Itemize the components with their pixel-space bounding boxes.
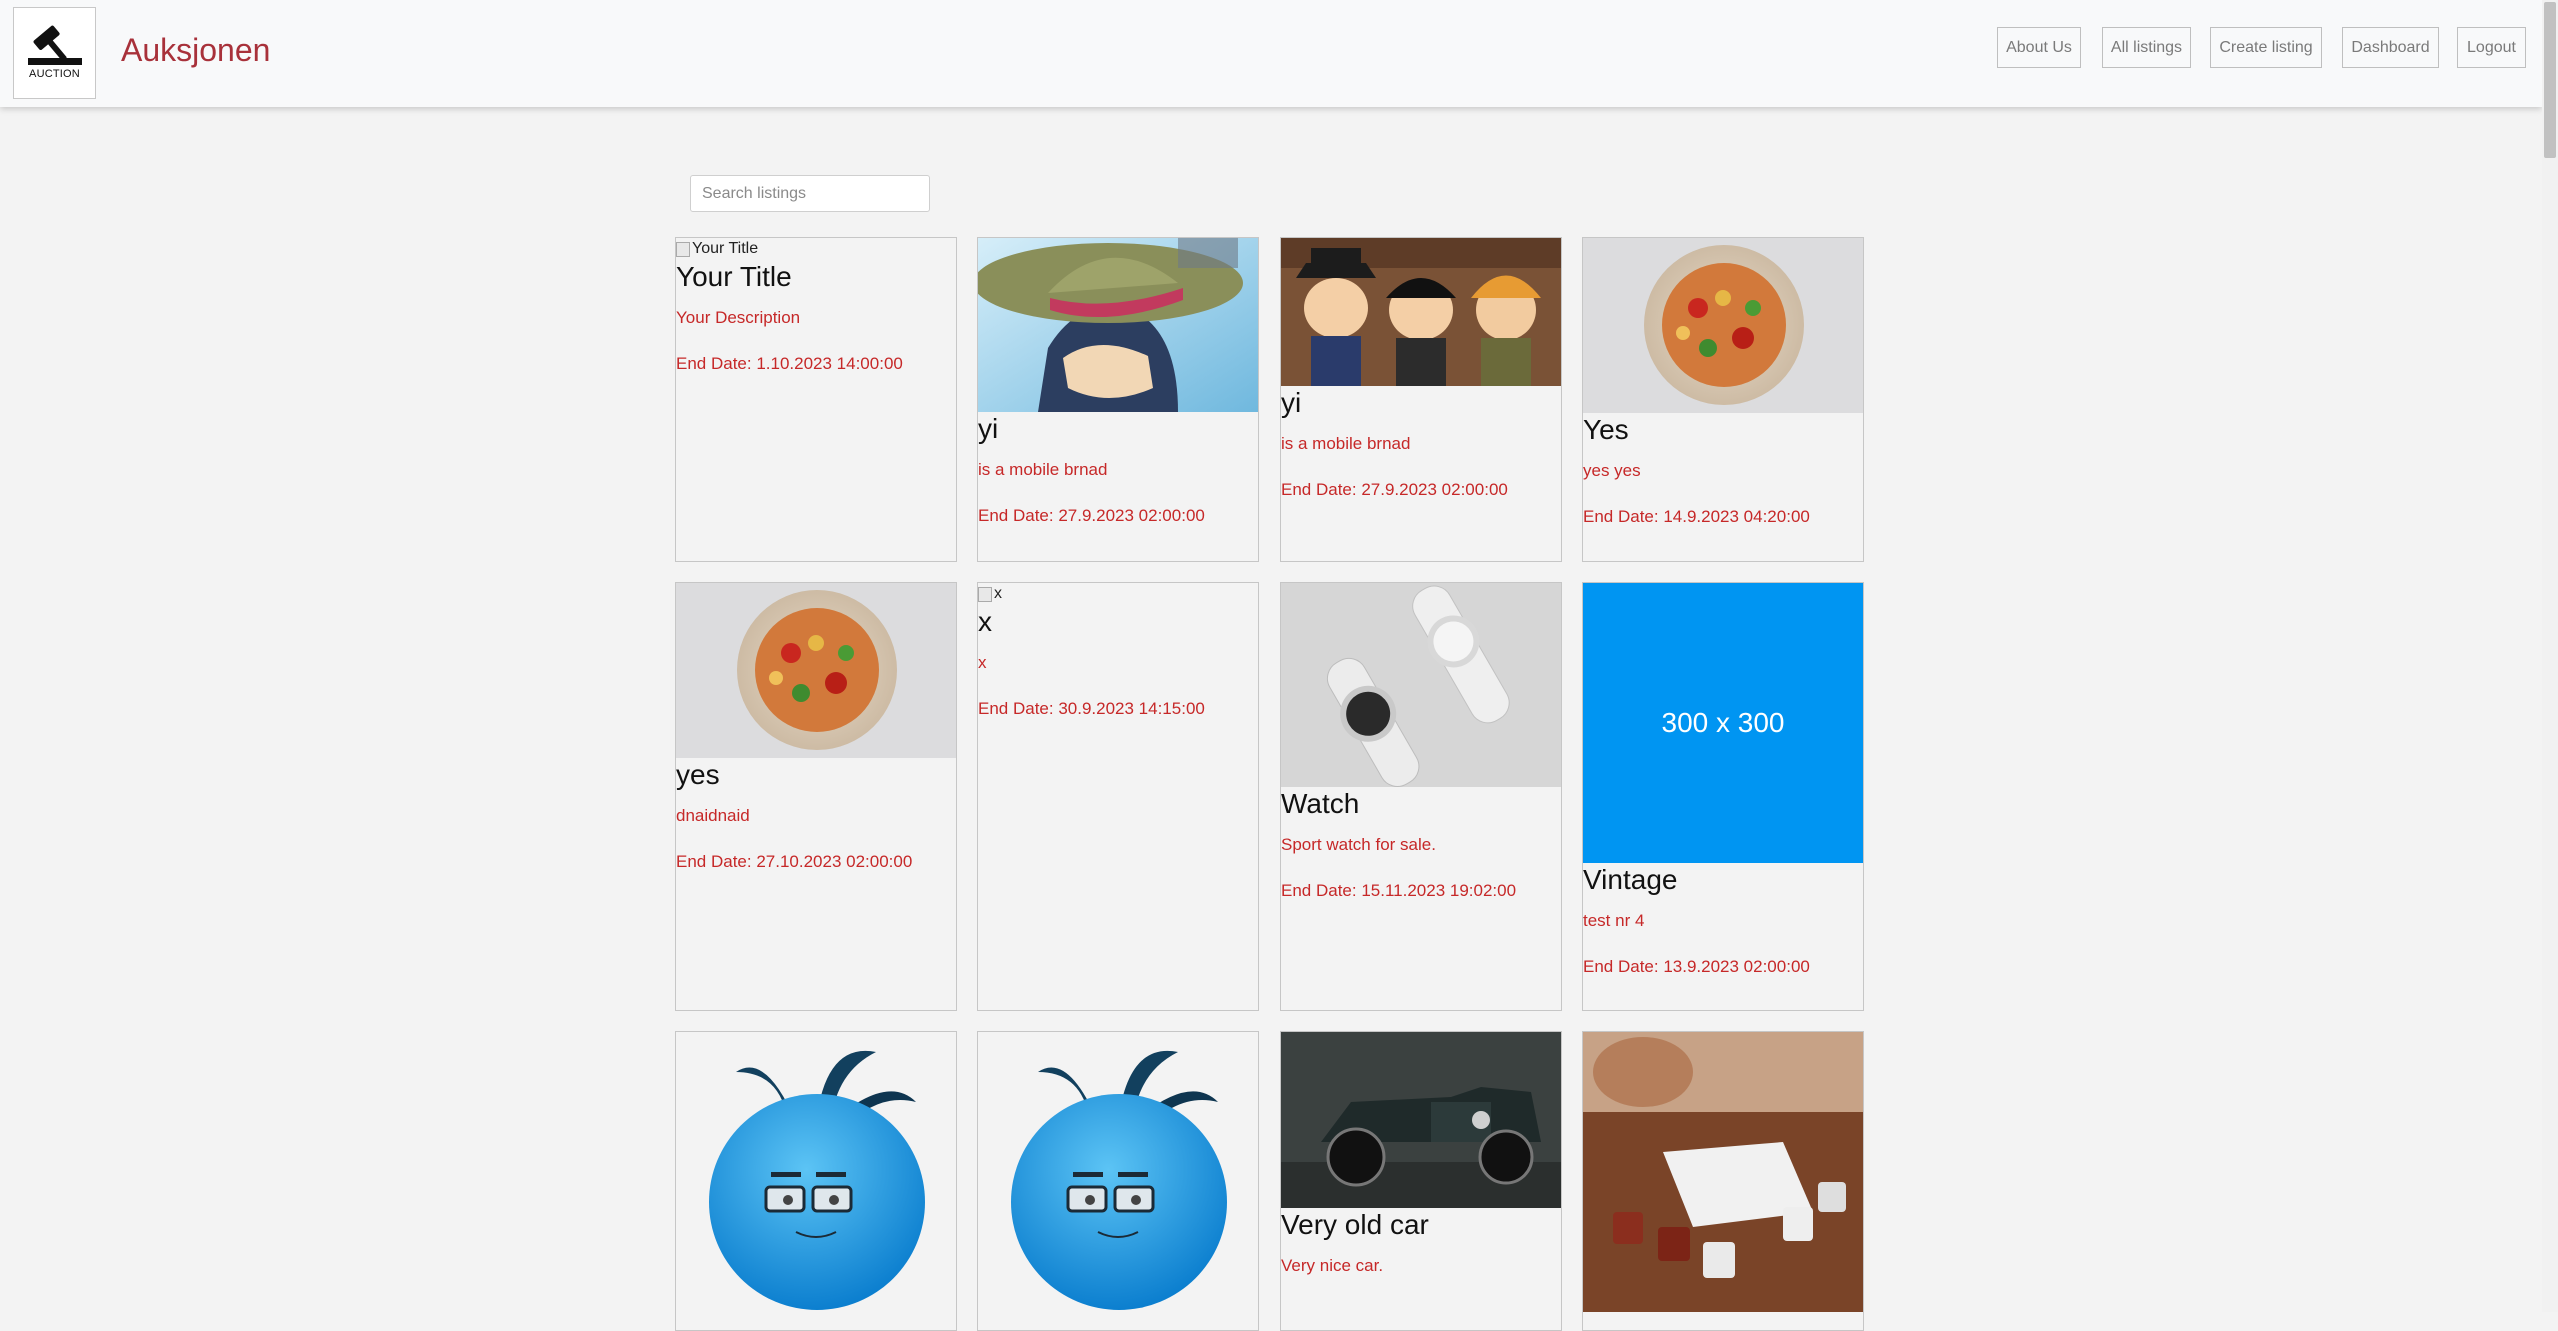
listing-image [1281, 1032, 1561, 1208]
listing-title: x [978, 606, 992, 637]
listing-end-date: End Date: 27.10.2023 02:00:00 [676, 852, 913, 871]
listing-card[interactable]: yi is a mobile brnad End Date: 27.9.2023… [977, 237, 1259, 562]
listing-image [676, 583, 956, 758]
nav-create-listing[interactable]: Create listing [2210, 27, 2322, 68]
top-navbar: AUCTION Auksjonen About Us All listings … [0, 0, 2542, 107]
listing-title: Your Title [676, 261, 792, 292]
listing-card[interactable]: Your Title Your Title Your Description E… [675, 237, 957, 562]
listing-description: is a mobile brnad [978, 460, 1108, 479]
listing-description: x [978, 653, 987, 672]
listing-card[interactable] [1582, 1031, 1864, 1331]
image-alt-text: x [994, 585, 1002, 602]
listing-title: yes [676, 759, 720, 790]
listing-description: Your Description [676, 308, 801, 327]
logo-text: AUCTION [29, 68, 80, 80]
listing-description: is a mobile brnad [1281, 434, 1411, 453]
broken-image: x [978, 583, 1258, 605]
listing-end-date: End Date: 15.11.2023 19:02:00 [1281, 881, 1517, 900]
listing-end-date: End Date: 1.10.2023 14:00:00 [676, 354, 903, 373]
broken-image-icon [676, 241, 690, 257]
listing-card[interactable]: Watch Sport watch for sale. End Date: 15… [1280, 582, 1562, 1011]
listing-end-date: End Date: 27.9.2023 02:00:00 [978, 506, 1205, 525]
page-scrollbar[interactable] [2542, 0, 2558, 1312]
nav-dashboard[interactable]: Dashboard [2342, 27, 2439, 68]
listing-title: Vintage [1583, 864, 1678, 895]
listing-card[interactable]: 300 x 300 Vintage test nr 4 End Date: 13… [1582, 582, 1864, 1011]
scrollbar-thumb[interactable] [2544, 2, 2556, 158]
listing-title: Yes [1583, 414, 1629, 445]
listing-description: dnaidnaid [676, 806, 750, 825]
listing-card[interactable]: Very old car Very nice car. [1280, 1031, 1562, 1331]
listing-card[interactable]: x x x End Date: 30.9.2023 14:15:00 [977, 582, 1259, 1011]
auction-logo[interactable]: AUCTION [13, 7, 96, 99]
listing-image [1583, 238, 1863, 413]
listing-title: Watch [1281, 788, 1360, 819]
listing-end-date: End Date: 14.9.2023 04:20:00 [1583, 507, 1810, 526]
broken-image-icon [978, 586, 992, 602]
listing-description: test nr 4 [1583, 911, 1645, 930]
listing-title: Very old car [1281, 1209, 1429, 1240]
listing-end-date: End Date: 27.9.2023 02:00:00 [1281, 480, 1508, 499]
listing-description: Very nice car. [1281, 1256, 1384, 1275]
nav-logout[interactable]: Logout [2457, 27, 2526, 68]
broken-image: Your Title [676, 238, 956, 260]
placeholder-image: 300 x 300 [1583, 583, 1863, 863]
listing-card[interactable]: yi is a mobile brnad End Date: 27.9.2023… [1280, 237, 1562, 562]
listing-description: yes yes [1583, 461, 1641, 480]
listing-image [1583, 1032, 1863, 1312]
image-alt-text: Your Title [692, 240, 759, 257]
listing-image [978, 238, 1258, 412]
listing-end-date: End Date: 30.9.2023 14:15:00 [978, 699, 1205, 718]
listing-image [1281, 583, 1561, 787]
listing-description: Sport watch for sale. [1281, 835, 1436, 854]
listing-end-date: End Date: 13.9.2023 02:00:00 [1583, 957, 1810, 976]
gavel-icon [28, 25, 82, 65]
listing-card[interactable]: Yes yes yes End Date: 14.9.2023 04:20:00 [1582, 237, 1864, 562]
listing-image [1281, 238, 1561, 386]
listing-card[interactable]: yes dnaidnaid End Date: 27.10.2023 02:00… [675, 582, 957, 1011]
nav-about-us[interactable]: About Us [1997, 27, 2081, 68]
nav-all-listings[interactable]: All listings [2102, 27, 2191, 68]
listing-image [978, 1032, 1258, 1312]
listing-title: yi [1281, 387, 1302, 418]
listing-card[interactable] [675, 1031, 957, 1331]
listing-image [676, 1032, 956, 1312]
listing-title: yi [978, 413, 999, 444]
search-input[interactable] [690, 175, 930, 212]
placeholder-text: 300 x 300 [1661, 707, 1785, 738]
listing-card[interactable] [977, 1031, 1259, 1331]
brand-title[interactable]: Auksjonen [121, 32, 270, 69]
